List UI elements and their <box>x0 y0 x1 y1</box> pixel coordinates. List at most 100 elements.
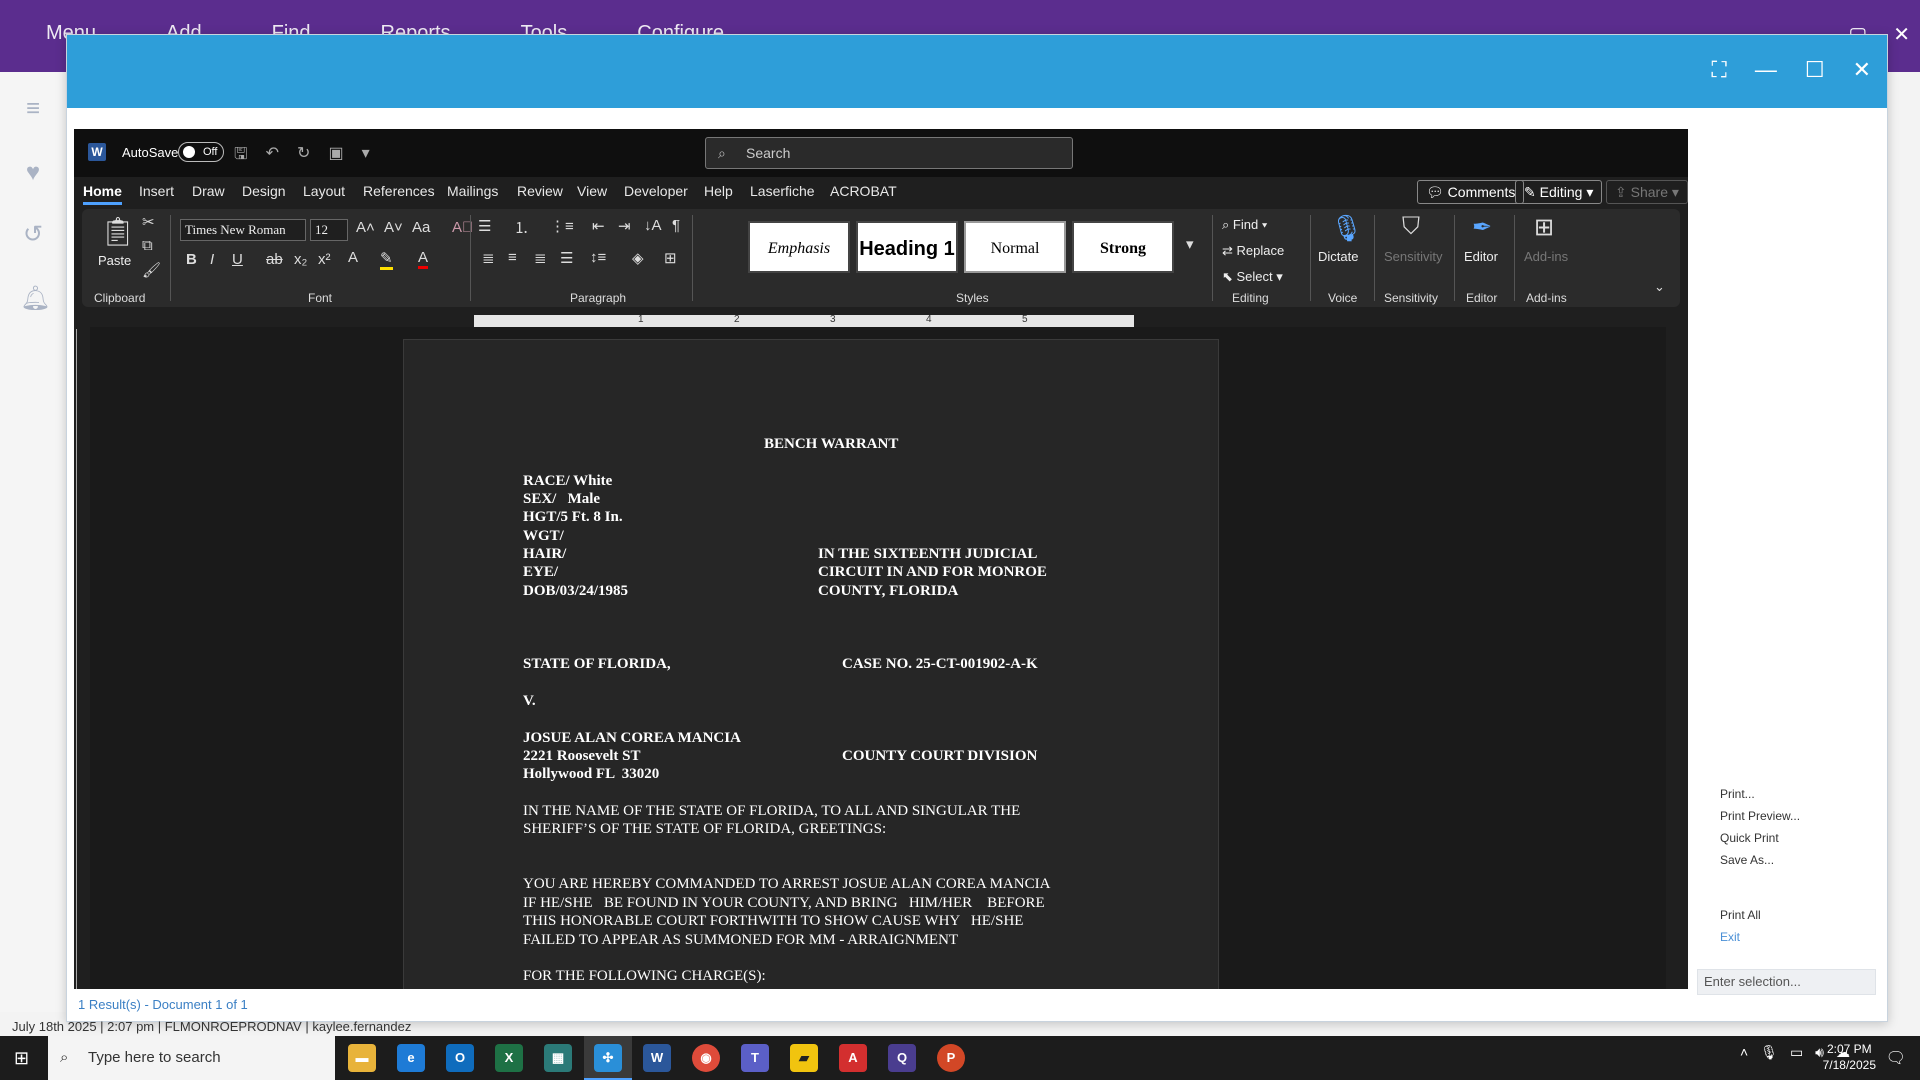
tab-insert[interactable]: Insert <box>139 183 174 199</box>
tab-laserfiche[interactable]: Laserfiche <box>750 183 815 199</box>
addins-grid-icon[interactable]: ⊞ <box>1534 213 1554 242</box>
underline-icon[interactable]: U <box>232 251 243 268</box>
edge-browser-icon[interactable]: e <box>397 1044 425 1072</box>
print-all-menu-item[interactable]: Print All <box>1720 908 1761 922</box>
print-preview-menu-item[interactable]: Print Preview... <box>1720 809 1800 823</box>
maximize-icon[interactable]: ☐ <box>1805 57 1825 83</box>
cut-icon[interactable]: ✂ <box>142 213 155 231</box>
heart-icon[interactable]: ♥ <box>20 160 46 186</box>
editing-mode-button[interactable]: ✎ Editing ▾ <box>1515 180 1603 204</box>
enter-selection-input[interactable]: Enter selection... <box>1697 969 1876 995</box>
share-button[interactable]: ⇪ Share ▾ <box>1606 180 1688 204</box>
powerpoint-icon[interactable]: P <box>937 1044 965 1072</box>
print-menu-item[interactable]: Print... <box>1720 787 1755 801</box>
numbering-icon[interactable]: ⒈ <box>514 217 529 238</box>
tab-acrobat[interactable]: ACROBAT <box>830 183 897 199</box>
minimize-icon[interactable]: — <box>1755 57 1777 83</box>
taskbar-search-input[interactable]: ⌕ Type here to search <box>48 1036 335 1080</box>
excel-icon[interactable]: X <box>495 1044 523 1072</box>
subscript-icon[interactable]: x₂ <box>294 251 307 268</box>
history-icon[interactable]: ↺ <box>20 222 46 248</box>
font-size-select[interactable]: 12 <box>310 219 348 241</box>
sensitivity-icon[interactable]: ⛉ <box>1402 213 1420 241</box>
undo-icon[interactable]: ↶ <box>266 143 279 170</box>
paste-label[interactable]: Paste <box>98 253 131 268</box>
notification-icon[interactable]: 🗨︎ <box>1886 1048 1906 1068</box>
close-icon[interactable]: ✕ <box>1853 57 1871 83</box>
text-effects-icon[interactable]: A <box>348 249 358 266</box>
change-case-icon[interactable]: Aa <box>412 219 430 236</box>
shrink-font-icon[interactable]: A˅ <box>384 219 403 236</box>
customize-icon[interactable]: ▾ <box>362 143 370 170</box>
list-icon[interactable]: ≡ <box>20 96 46 122</box>
save-icon[interactable]: 🖫 <box>234 143 248 170</box>
save-as-menu-item[interactable]: Save As... <box>1720 853 1774 867</box>
outlook-icon[interactable]: O <box>446 1044 474 1072</box>
comments-button[interactable]: 💬︎ Comments <box>1417 180 1525 204</box>
calculator-icon[interactable]: ▦ <box>544 1044 572 1072</box>
taskbar-clock[interactable]: 2:07 PM 7/18/2025 <box>1823 1041 1876 1073</box>
tab-help[interactable]: Help <box>704 183 733 199</box>
collapse-ribbon-icon[interactable]: ⌄ <box>1654 279 1665 295</box>
find-button[interactable]: ⌕ Find ▾ <box>1222 217 1267 233</box>
styles-more-icon[interactable]: ▾ <box>1186 235 1194 253</box>
tab-layout[interactable]: Layout <box>303 183 345 199</box>
decrease-indent-icon[interactable]: ⇤ <box>592 217 605 235</box>
bold-icon[interactable]: B <box>186 251 197 268</box>
style-emphasis[interactable]: Emphasis <box>748 221 850 273</box>
strikethrough-icon[interactable]: ab <box>266 251 283 268</box>
document-page[interactable]: BENCH WARRANT RACE/ White SEX/ Male HGT/… <box>403 339 1219 989</box>
autosave-toggle[interactable]: Off <box>178 142 224 162</box>
align-left-icon[interactable]: ≣ <box>482 249 495 267</box>
replace-button[interactable]: ⇄ Replace <box>1222 243 1284 259</box>
image-icon[interactable]: ▣ <box>328 143 343 170</box>
acrobat-icon[interactable]: A <box>839 1044 867 1072</box>
line-spacing-icon[interactable]: ↕≡ <box>590 249 606 266</box>
borders-icon[interactable]: ⊞ <box>664 249 677 267</box>
paste-icon[interactable]: 📋︎ <box>100 215 136 248</box>
sticky-notes-icon[interactable]: ▰ <box>790 1044 818 1072</box>
file-explorer-icon[interactable]: ▬ <box>348 1044 376 1072</box>
bell-icon[interactable]: 🔔︎ <box>20 286 50 312</box>
multilevel-list-icon[interactable]: ⋮≡ <box>550 217 574 235</box>
justify-icon[interactable]: ☰ <box>560 249 573 267</box>
align-center-icon[interactable]: ≡ <box>508 249 517 266</box>
search-input[interactable]: ⌕ Search <box>705 137 1073 169</box>
app-icon[interactable]: Q <box>888 1044 916 1072</box>
style-normal[interactable]: Normal <box>964 221 1066 273</box>
windows-start-icon[interactable]: ⊞ <box>14 1048 34 1068</box>
laserfiche-icon[interactable]: ✣ <box>594 1044 622 1072</box>
superscript-icon[interactable]: x² <box>318 251 331 268</box>
addins-button[interactable]: Add-ins <box>1524 249 1568 264</box>
font-name-select[interactable]: Times New Roman <box>180 219 306 241</box>
style-heading-1[interactable]: Heading 1 <box>856 221 958 273</box>
chevron-up-icon[interactable]: ˄ <box>1740 1044 1748 1061</box>
increase-indent-icon[interactable]: ⇥ <box>618 217 631 235</box>
tab-view[interactable]: View <box>577 183 607 199</box>
vertical-scrollbar[interactable] <box>1678 327 1688 989</box>
sensitivity-button[interactable]: Sensitivity <box>1384 249 1443 264</box>
editor-pen-icon[interactable]: ✒ <box>1472 213 1492 242</box>
tab-draw[interactable]: Draw <box>192 183 225 199</box>
shading-icon[interactable]: ◈ <box>632 249 644 267</box>
microphone-icon[interactable]: 🎙︎ <box>1330 213 1363 244</box>
network-icon[interactable]: ▭ <box>1790 1044 1803 1061</box>
dictate-button[interactable]: Dictate <box>1318 249 1358 264</box>
pilcrow-icon[interactable]: ¶ <box>672 217 680 234</box>
tab-mailings[interactable]: Mailings <box>447 183 498 199</box>
redo-icon[interactable]: ↻ <box>297 143 310 170</box>
bullets-icon[interactable]: ☰ <box>478 217 491 235</box>
font-color-icon[interactable]: A <box>418 249 429 269</box>
select-button[interactable]: ⬉ Select ▾ <box>1222 269 1283 285</box>
copy-icon[interactable]: ⧉ <box>142 237 153 254</box>
highlight-icon[interactable]: ✎ <box>380 249 393 270</box>
tab-developer[interactable]: Developer <box>624 183 688 199</box>
style-strong[interactable]: Strong <box>1072 221 1174 273</box>
grow-font-icon[interactable]: A˄ <box>356 219 375 236</box>
close-icon[interactable]: ✕ <box>1893 22 1910 47</box>
tab-references[interactable]: References <box>363 183 435 199</box>
tab-review[interactable]: Review <box>517 183 563 199</box>
word-icon[interactable]: W <box>643 1044 671 1072</box>
microphone-icon[interactable]: 🎙︎ <box>1760 1044 1778 1061</box>
align-right-icon[interactable]: ≣ <box>534 249 547 267</box>
